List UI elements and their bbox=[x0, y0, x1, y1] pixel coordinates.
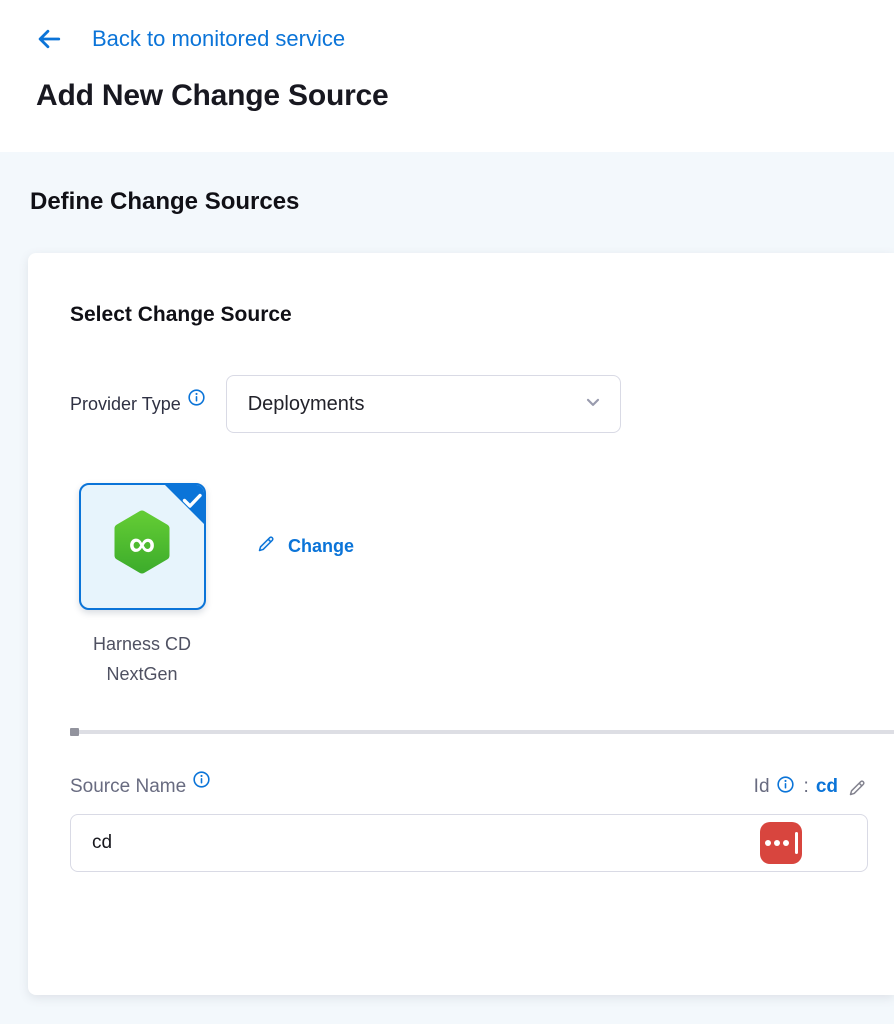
back-link-label: Back to monitored service bbox=[92, 26, 345, 52]
back-arrow-icon bbox=[36, 26, 62, 52]
edit-pencil-icon bbox=[256, 533, 277, 559]
source-name-info-icon[interactable] bbox=[193, 771, 210, 788]
back-link[interactable]: Back to monitored service bbox=[36, 26, 345, 52]
infinity-glyph: ∞ bbox=[129, 523, 155, 564]
provider-list-scrollbar-thumb[interactable] bbox=[70, 728, 79, 736]
provider-type-label: Provider Type bbox=[70, 394, 181, 415]
password-manager-icon[interactable] bbox=[760, 822, 802, 864]
selected-corner-badge bbox=[159, 483, 206, 535]
section-title: Define Change Sources bbox=[30, 188, 894, 216]
page-title: Add New Change Source bbox=[36, 79, 894, 113]
provider-tile-row: ∞ Harness CD NextGen Change bbox=[70, 483, 868, 686]
change-provider-link[interactable]: Change bbox=[256, 533, 354, 559]
page: Back to monitored service Add New Change… bbox=[0, 0, 894, 1024]
source-name-label: Source Name bbox=[70, 776, 186, 798]
source-name-row: Source Name Id bbox=[70, 776, 868, 798]
provider-type-info-icon[interactable] bbox=[188, 389, 205, 406]
change-source-card: Select Change Source Provider Type Deplo… bbox=[28, 253, 894, 995]
identifier-info-icon[interactable] bbox=[777, 776, 794, 793]
password-manager-dot bbox=[783, 840, 789, 846]
password-manager-cursor bbox=[795, 832, 798, 854]
edit-identifier-icon[interactable] bbox=[847, 777, 868, 798]
identifier-label: Id bbox=[754, 776, 770, 798]
provider-type-selected-value: Deployments bbox=[248, 393, 365, 416]
provider-tile-harness-cd-nextgen[interactable]: ∞ bbox=[79, 483, 206, 610]
provider-type-dropdown[interactable]: Deployments bbox=[226, 375, 621, 433]
define-change-sources-section: Define Change Sources Select Change Sour… bbox=[0, 152, 894, 1024]
source-name-input-wrap bbox=[70, 814, 868, 872]
identifier-group: Id : cd bbox=[754, 776, 868, 798]
select-change-source-title: Select Change Source bbox=[70, 303, 868, 327]
identifier-value: cd bbox=[816, 776, 838, 798]
provider-type-label-group: Provider Type bbox=[70, 394, 205, 415]
page-header: Back to monitored service Add New Change… bbox=[0, 0, 894, 152]
source-name-label-group: Source Name bbox=[70, 776, 210, 798]
source-name-input[interactable] bbox=[70, 814, 868, 872]
password-manager-dot bbox=[765, 840, 771, 846]
password-manager-dot bbox=[774, 840, 780, 846]
provider-type-row: Provider Type Deployments bbox=[70, 375, 868, 433]
chevron-down-icon bbox=[583, 392, 603, 417]
provider-list-scrollbar[interactable] bbox=[70, 730, 894, 734]
provider-tile-label: Harness CD NextGen bbox=[72, 629, 212, 689]
provider-tile-column: ∞ Harness CD NextGen bbox=[70, 483, 214, 689]
change-link-label: Change bbox=[288, 536, 354, 557]
identifier-separator: : bbox=[804, 776, 809, 798]
